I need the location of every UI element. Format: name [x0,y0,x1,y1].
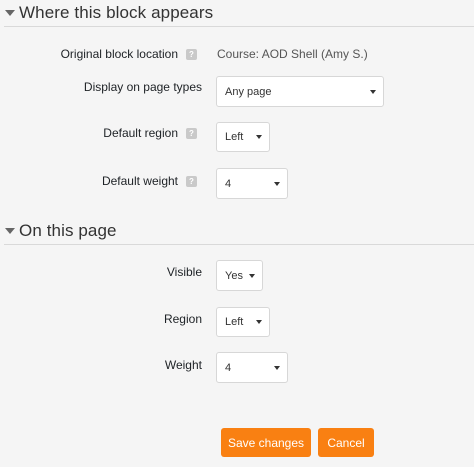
weight-select[interactable]: 4 [216,352,288,383]
save-changes-button[interactable]: Save changes [221,428,311,457]
visible-select[interactable]: Yes [216,260,263,291]
section-title: Where this block appears [19,3,214,22]
section-divider [4,244,474,245]
dropdown-arrow-icon [274,181,280,186]
dropdown-arrow-icon [249,273,255,278]
collapse-caret-icon [5,228,15,234]
visible-label: Visible [166,265,202,279]
help-icon[interactable]: ? [186,176,197,187]
default-region-label: Default region [103,126,178,140]
visible-value: Yes [225,269,243,282]
region-label: Region [163,312,202,326]
original-location-label: Original block location [60,47,178,61]
section-where-block-appears-toggle[interactable]: Where this block appears [0,0,474,26]
region-select[interactable]: Left [216,307,270,337]
weight-value: 4 [225,361,232,374]
page-types-label: Display on page types [83,80,202,94]
original-location-value: Course: AOD Shell (Amy S.) [217,47,368,61]
default-region-select[interactable]: Left [216,122,270,152]
default-weight-select[interactable]: 4 [216,168,288,199]
section-title: On this page [19,221,117,240]
region-value: Left [225,316,244,328]
default-region-value: Left [225,131,244,143]
weight-label: Weight [164,358,202,372]
dropdown-arrow-icon [256,135,262,139]
cancel-button[interactable]: Cancel [318,428,374,457]
dropdown-arrow-icon [274,365,280,370]
dropdown-arrow-icon [370,89,376,94]
help-icon[interactable]: ? [186,128,197,139]
section-divider [4,26,474,27]
default-weight-label: Default weight [101,174,178,188]
help-icon[interactable]: ? [186,49,197,60]
page-types-value: Any page [225,85,272,98]
default-weight-value: 4 [225,177,232,190]
dropdown-arrow-icon [256,320,262,324]
page-types-select[interactable]: Any page [216,76,384,107]
section-on-this-page-toggle[interactable]: On this page [0,218,474,244]
collapse-caret-icon [5,10,15,16]
